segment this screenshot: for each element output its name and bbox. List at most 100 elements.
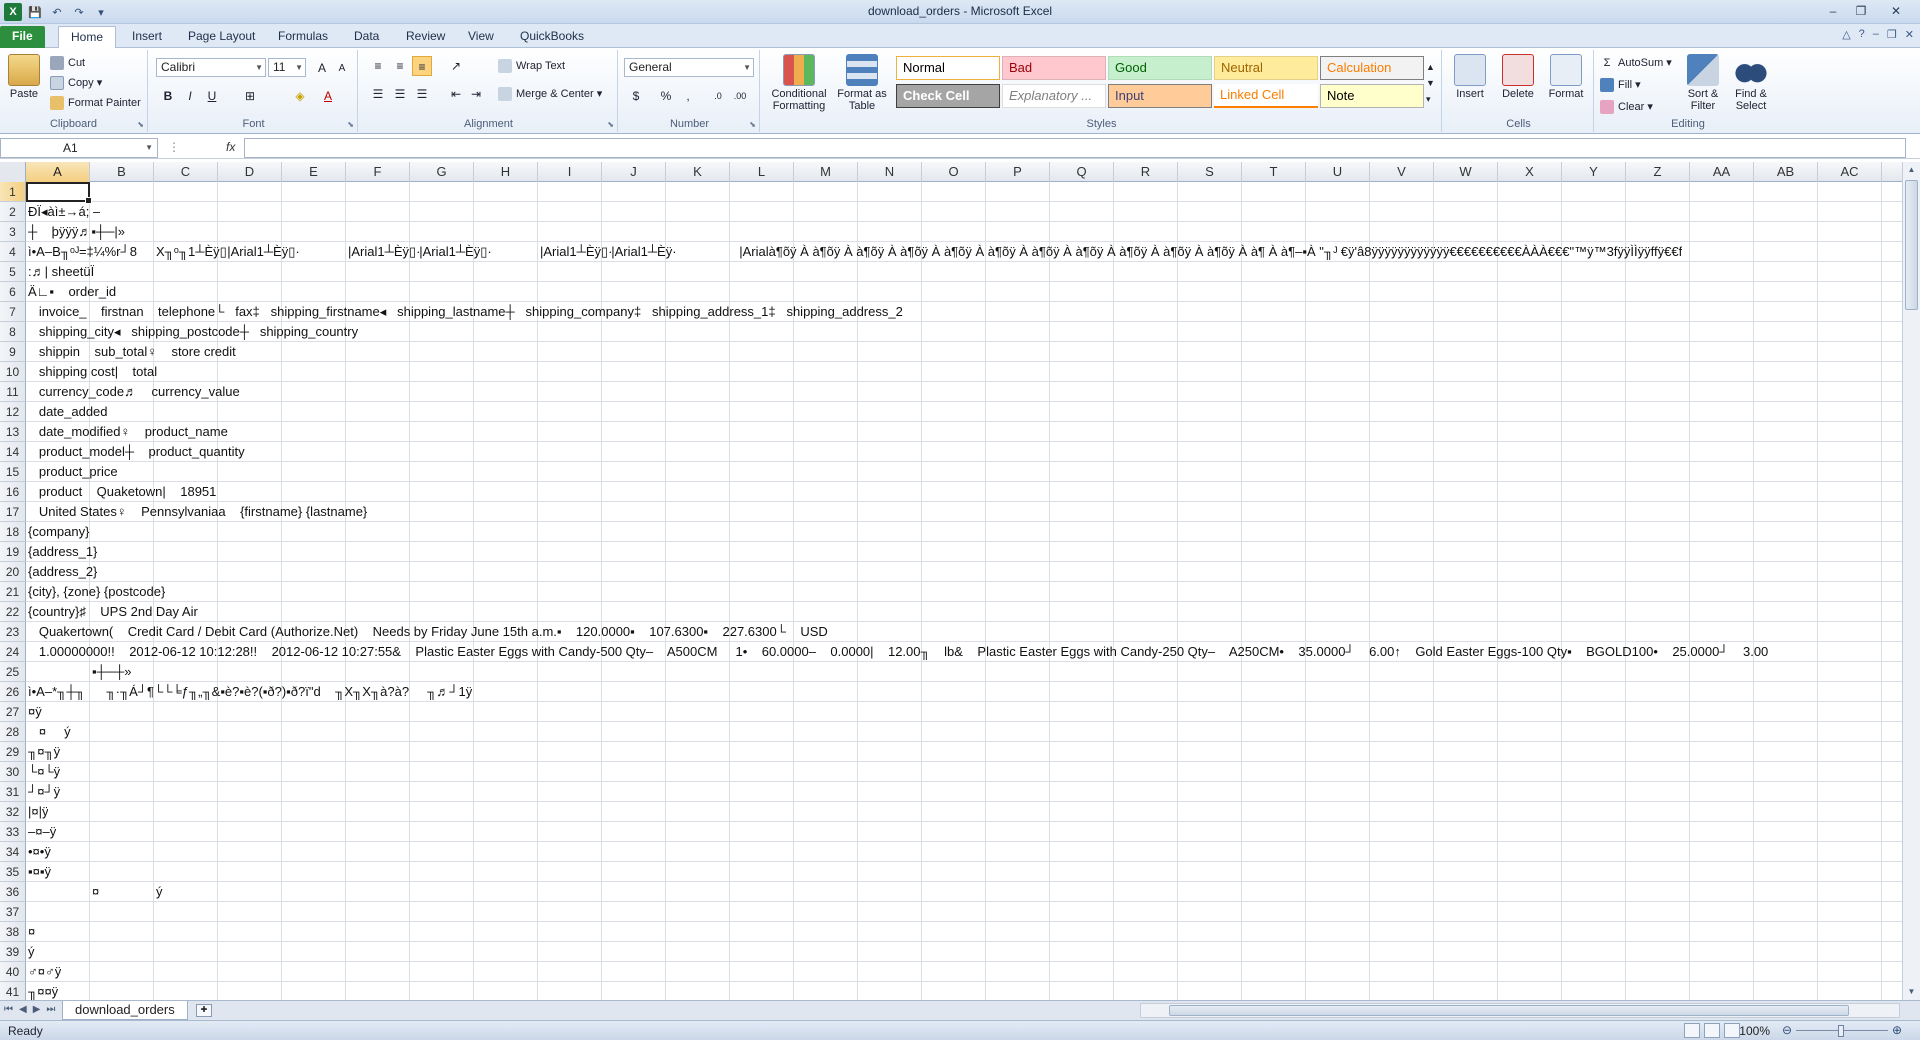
row-header-25[interactable]: 25 (0, 662, 26, 682)
row-header-24[interactable]: 24 (0, 642, 26, 662)
row-header-32[interactable]: 32 (0, 802, 26, 822)
row-header-5[interactable]: 5 (0, 262, 26, 282)
column-header-u[interactable]: U (1306, 162, 1370, 182)
cell-style-input[interactable]: Input (1108, 84, 1212, 108)
row-header-18[interactable]: 18 (0, 522, 26, 542)
font-size-select[interactable]: 11 ▼ (268, 58, 306, 77)
column-header-d[interactable]: D (218, 162, 282, 182)
row-header-30[interactable]: 30 (0, 762, 26, 782)
row-header-21[interactable]: 21 (0, 582, 26, 602)
column-header-c[interactable]: C (154, 162, 218, 182)
workbook-minimize-icon[interactable]: – (1873, 28, 1879, 41)
column-header-e[interactable]: E (282, 162, 346, 182)
column-header-aa[interactable]: AA (1690, 162, 1754, 182)
column-header-q[interactable]: Q (1050, 162, 1114, 182)
orientation-button[interactable]: ↗ (446, 56, 466, 76)
first-sheet-icon[interactable]: ⏮ (4, 1004, 13, 1015)
sheet-tab-download-orders[interactable]: download_orders (62, 1001, 188, 1020)
column-header-v[interactable]: V (1370, 162, 1434, 182)
percent-button[interactable]: % (656, 86, 676, 106)
row-header-33[interactable]: 33 (0, 822, 26, 842)
cut-button[interactable]: Cut (50, 54, 85, 72)
clear-button[interactable]: Clear ▾ (1600, 98, 1653, 116)
insert-sheet-icon[interactable]: ✚ (196, 1004, 212, 1017)
font-name-select[interactable]: Calibri ▼ (156, 58, 266, 77)
horizontal-scrollbar[interactable] (1140, 1003, 1900, 1018)
cell-style-check-cell[interactable]: Check Cell (896, 84, 1000, 108)
tab-review[interactable]: Review (394, 26, 457, 48)
comma-button[interactable]: , (678, 86, 698, 106)
tab-page-layout[interactable]: Page Layout (176, 26, 267, 48)
column-header-m[interactable]: M (794, 162, 858, 182)
tab-insert[interactable]: Insert (120, 26, 174, 48)
row-header-23[interactable]: 23 (0, 622, 26, 642)
close-icon[interactable]: ✕ (1876, 2, 1916, 20)
cell-style-bad[interactable]: Bad (1002, 56, 1106, 80)
format-as-table-button[interactable]: Format as Table (834, 54, 890, 112)
wrap-text-button[interactable]: Wrap Text (498, 57, 565, 75)
cell-style-good[interactable]: Good (1108, 56, 1212, 80)
increase-decimal-button[interactable]: .0 (708, 86, 728, 106)
format-cells-button[interactable]: Format (1544, 54, 1588, 100)
column-header-p[interactable]: P (986, 162, 1050, 182)
prev-sheet-icon[interactable]: ◀ (19, 1004, 27, 1015)
row-header-40[interactable]: 40 (0, 962, 26, 982)
decrease-indent-button[interactable]: ⇤ (446, 84, 466, 104)
row-header-8[interactable]: 8 (0, 322, 26, 342)
column-header-r[interactable]: R (1114, 162, 1178, 182)
cell-style-calculation[interactable]: Calculation (1320, 56, 1424, 80)
insert-cells-button[interactable]: Insert (1448, 54, 1492, 100)
tab-formulas[interactable]: Formulas (266, 26, 340, 48)
shrink-font-button[interactable]: A (332, 59, 352, 79)
tab-quickbooks[interactable]: QuickBooks (508, 26, 596, 48)
row-header-2[interactable]: 2 (0, 202, 26, 222)
row-header-38[interactable]: 38 (0, 922, 26, 942)
cells-area[interactable]: ÐÏ◂àì±→á; – ┼ þÿÿÿ♬▪┼─|» ì•A–B╖ᵒᴶ=‡¼%r┘8 X╖… (26, 182, 1902, 1000)
row-header-4[interactable]: 4 (0, 242, 26, 262)
column-header-k[interactable]: K (666, 162, 730, 182)
font-launcher-icon[interactable]: ⬊ (347, 120, 354, 129)
zoom-in-icon[interactable]: ⊕ (1892, 1023, 1902, 1037)
row-header-35[interactable]: 35 (0, 862, 26, 882)
row-header-19[interactable]: 19 (0, 542, 26, 562)
row-header-34[interactable]: 34 (0, 842, 26, 862)
paste-button[interactable]: Paste (4, 54, 44, 100)
column-header-a[interactable]: A (26, 162, 90, 182)
row-header-39[interactable]: 39 (0, 942, 26, 962)
cell-style-normal[interactable]: Normal (896, 56, 1000, 80)
row-header-1[interactable]: 1 (0, 182, 26, 202)
maximize-icon[interactable]: ❐ (1848, 2, 1874, 20)
number-launcher-icon[interactable]: ⬊ (749, 120, 756, 129)
row-header-17[interactable]: 17 (0, 502, 26, 522)
column-header-g[interactable]: G (410, 162, 474, 182)
row-header-10[interactable]: 10 (0, 362, 26, 382)
zoom-level[interactable]: 100% (1739, 1024, 1770, 1038)
tab-data[interactable]: Data (342, 26, 391, 48)
column-header-ac[interactable]: AC (1818, 162, 1882, 182)
help-icon[interactable]: ? (1859, 28, 1865, 41)
cell-style-note[interactable]: Note (1320, 84, 1424, 108)
column-header-i[interactable]: I (538, 162, 602, 182)
row-header-29[interactable]: 29 (0, 742, 26, 762)
minimize-icon[interactable]: – (1820, 2, 1846, 20)
row-header-11[interactable]: 11 (0, 382, 26, 402)
conditional-formatting-button[interactable]: Conditional Formatting (766, 54, 832, 112)
cell-style-linked-cell[interactable]: Linked Cell (1214, 84, 1318, 108)
borders-button[interactable]: ⊞ (240, 86, 260, 106)
column-header-z[interactable]: Z (1626, 162, 1690, 182)
column-header-x[interactable]: X (1498, 162, 1562, 182)
column-header-n[interactable]: N (858, 162, 922, 182)
column-header-o[interactable]: O (922, 162, 986, 182)
insert-function-icon[interactable]: fx (226, 140, 235, 154)
name-box[interactable]: A1 ▼ (0, 138, 158, 158)
column-header-y[interactable]: Y (1562, 162, 1626, 182)
column-header-l[interactable]: L (730, 162, 794, 182)
select-all-button[interactable] (0, 162, 26, 182)
cancel-icon[interactable]: ⋮ (168, 140, 180, 154)
zoom-out-icon[interactable]: ⊖ (1782, 1023, 1792, 1037)
grow-font-button[interactable]: A (312, 58, 332, 78)
cell-style-explanatory[interactable]: Explanatory ... (1002, 84, 1106, 108)
row-header-20[interactable]: 20 (0, 562, 26, 582)
row-header-28[interactable]: 28 (0, 722, 26, 742)
normal-view-icon[interactable] (1684, 1023, 1700, 1038)
